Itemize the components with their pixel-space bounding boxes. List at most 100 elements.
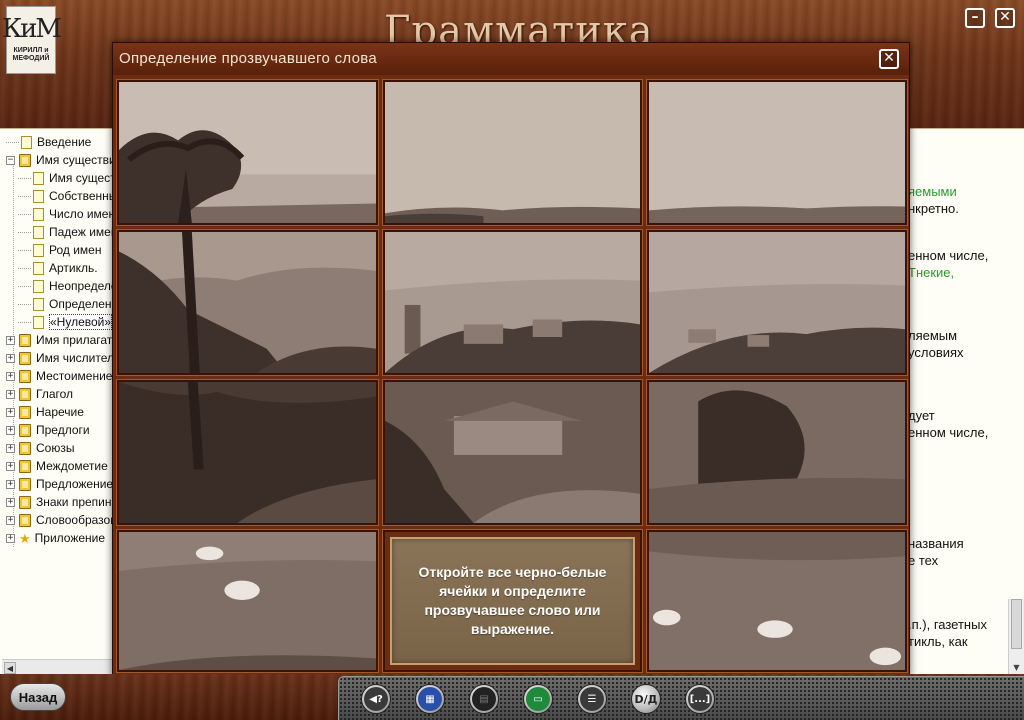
tree-item[interactable]: + Знаки препинания [6,493,114,511]
book-icon [19,423,31,437]
expand-icon[interactable]: + [6,425,15,435]
translation-button[interactable]: D/Д [631,684,661,714]
tree-item[interactable]: − Имя существительное [6,151,114,169]
tree-item[interactable]: + Словообразование [6,511,114,529]
publisher-logo: КиМ КИРИЛЛ и МЕФОДИЙ [2,6,62,74]
gap-fill-button[interactable]: [...] [685,684,715,714]
content-vertical-scrollbar[interactable]: ▼ [1008,599,1024,674]
tree-item[interactable]: Род имен [18,241,101,259]
disabled-tool-button[interactable]: ▤ [469,684,499,714]
tree-item[interactable]: Неопределенный [18,277,114,295]
page-icon [21,135,32,149]
tree-item[interactable]: + Имя числительное [6,349,114,367]
screen-button[interactable]: ▭ [523,684,553,714]
tree-item[interactable]: + Междометие [6,457,108,475]
landscape-image [119,232,376,373]
scroll-down-icon[interactable]: ▼ [1011,662,1022,673]
expand-icon[interactable]: + [6,353,15,363]
grid-cell-r3-c3[interactable] [646,379,908,526]
tree-item[interactable]: Падеж имен [18,223,114,241]
scrollbar-thumb[interactable] [1011,599,1022,649]
grid-cell-r4-c1[interactable] [116,529,379,673]
tree-item-label: «Нулевой» [49,314,113,330]
tree-item[interactable]: «Нулевой» [18,313,113,331]
content-text-line: ляемым [908,328,958,343]
tree-item[interactable]: Артикль. [18,259,98,277]
close-icon: ✕ [883,50,895,66]
landscape-image [649,532,905,670]
grid-cell-r4-c4[interactable] [646,529,908,673]
tree-item[interactable]: Введение [6,133,91,151]
logo-text-line2: МЕФОДИЙ [12,55,50,62]
grid-cell-r3-c1[interactable] [116,379,379,526]
structure-button[interactable]: ▦ [415,684,445,714]
expand-icon[interactable]: + [6,407,15,417]
expand-icon[interactable]: + [6,533,15,543]
tree-item-label: Местоимение [36,369,113,383]
grid-cell-r2-c1[interactable] [116,229,379,376]
tree-item[interactable]: Собственные [18,187,114,205]
expand-icon[interactable]: + [6,461,15,471]
collapse-icon[interactable]: − [6,155,15,165]
landscape-image [649,382,905,523]
tree-item-label: Междометие [36,459,108,473]
grid-cell-r2-c3[interactable] [646,229,908,376]
grid-cell-r2-c2[interactable] [382,229,643,376]
landscape-image [649,232,905,373]
book-icon [19,369,31,383]
tree-item[interactable]: + Глагол [6,385,73,403]
content-text-line: нкретно. [908,201,959,216]
tree-item[interactable]: + Наречие [6,403,84,421]
expand-icon[interactable]: + [6,479,15,489]
grid-cell-r1-c3[interactable] [646,79,908,226]
expand-icon[interactable]: + [6,443,15,453]
content-text-line: дует [908,408,935,423]
page-icon [33,315,44,329]
tree-item[interactable]: Определенный [18,295,114,313]
tree-item[interactable]: + ★ Приложение [6,529,105,547]
content-text-line: енном числе, [908,425,989,440]
book-icon [19,351,31,365]
expand-icon[interactable]: + [6,335,15,345]
tree-connector [18,249,31,251]
sound-help-button[interactable]: ◀? [361,684,391,714]
grid-cell-r1-c2[interactable] [382,79,643,226]
book-icon [19,333,31,347]
grid-cell-r1-c1[interactable] [116,79,379,226]
notes-button[interactable]: ☰ [577,684,607,714]
landscape-image [385,82,640,223]
scroll-left-icon[interactable]: ◀ [4,662,16,674]
close-app-button[interactable]: ✕ [995,8,1015,28]
tree-item[interactable]: + Союзы [6,439,74,457]
expand-icon[interactable]: + [6,497,15,507]
screen-icon: ▭ [526,687,550,711]
tree-item[interactable]: + Предложение [6,475,113,493]
page-icon [33,207,44,221]
content-text-line: Тнекие, [908,265,955,280]
tree-item-label: Предлоги [36,423,90,437]
tree-item[interactable]: + Местоимение [6,367,112,385]
tree-item[interactable]: Число имен [18,205,114,223]
tree-item-label: Имя числительное [36,351,114,365]
tree-item[interactable]: + Предлоги [6,421,90,439]
book-icon [19,441,31,455]
grid-cell-r3-c2[interactable] [382,379,643,526]
page-icon [33,297,44,311]
expand-icon[interactable]: + [6,515,15,525]
content-text-line: е тех [908,553,939,568]
expand-icon[interactable]: + [6,389,15,399]
dialog-close-button[interactable]: ✕ [879,49,899,69]
tree-connector [18,321,31,323]
expand-icon[interactable]: + [6,371,15,381]
content-text-panel: яемыми нкретно. енном числе, Тнекие, ляемым у… [908,128,1024,674]
tree-item-label: Род имен [49,243,102,257]
tree-item[interactable]: Имя существительное [18,169,114,187]
page-icon [33,171,44,185]
tree-horizontal-scrollbar[interactable]: ◀ [2,659,114,674]
book-icon [19,477,31,491]
minimize-button[interactable]: – [965,8,985,28]
page-icon [33,225,44,239]
back-button[interactable]: Назад [10,683,66,711]
minimize-icon: – [971,9,979,25]
tree-item[interactable]: + Имя прилагательное [6,331,114,349]
